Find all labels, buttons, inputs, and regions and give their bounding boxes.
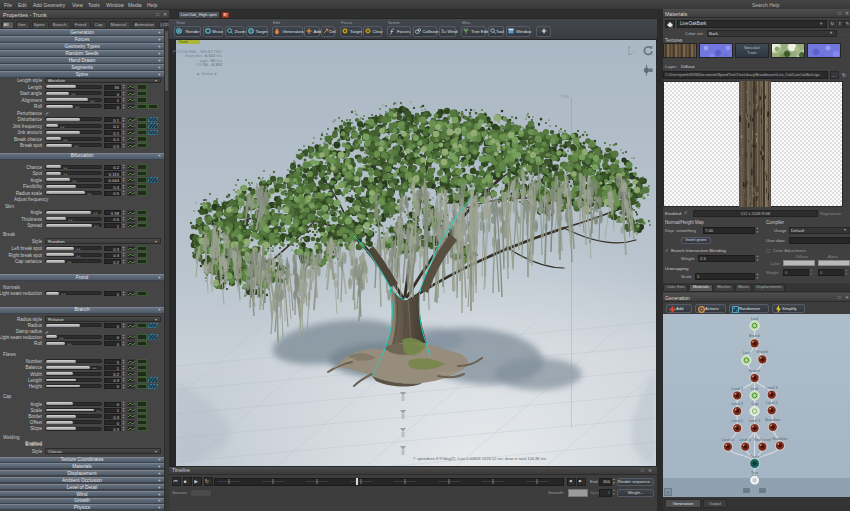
svg-text:Tree: Tree xyxy=(751,471,758,475)
svg-text:Level 2: Level 2 xyxy=(731,402,743,406)
svg-text:Level 3: Level 3 xyxy=(731,387,743,391)
svg-text:Branches: Branches xyxy=(765,418,780,422)
svg-text:Root Level: Root Level xyxy=(754,438,771,442)
svg-text:Knuckles: Knuckles xyxy=(773,437,788,441)
svg-text:Leaf: Leaf xyxy=(751,387,758,391)
svg-text:Level 2: Level 2 xyxy=(766,401,778,405)
svg-text:Leaf: Leaf xyxy=(743,351,750,355)
svg-text:Level 0: Level 0 xyxy=(722,438,734,442)
svg-text:Level 3: Level 3 xyxy=(766,386,778,390)
svg-text:Trunk: Trunk xyxy=(750,455,759,459)
svg-text:Level 1: Level 1 xyxy=(731,419,743,423)
svg-text:Branch: Branch xyxy=(749,369,760,373)
svg-text:Cap: Cap xyxy=(751,402,758,406)
svg-text:Branch: Branch xyxy=(757,350,768,354)
svg-text:Level 0: Level 0 xyxy=(740,438,752,442)
svg-text:Branch: Branch xyxy=(749,334,760,338)
svg-text:Level 1: Level 1 xyxy=(749,419,761,423)
svg-text:Leaf: Leaf xyxy=(751,317,758,321)
